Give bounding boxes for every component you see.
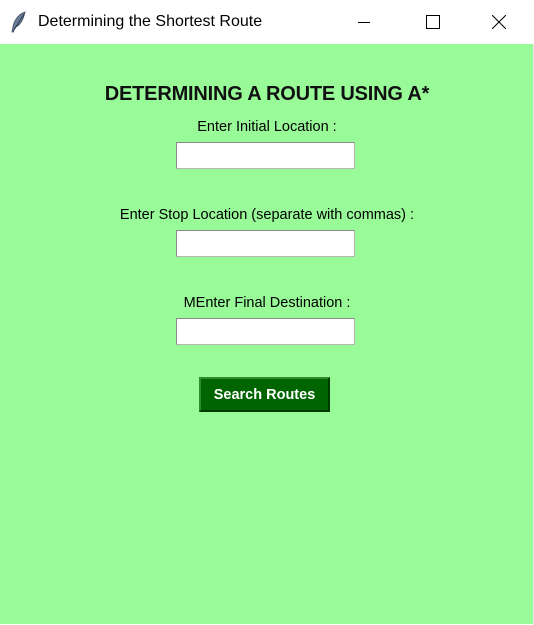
title-bar[interactable]: Determining the Shortest Route xyxy=(0,0,534,44)
initial-location-label: Enter Initial Location : xyxy=(197,119,337,135)
feather-icon xyxy=(10,11,28,33)
minimize-icon xyxy=(358,16,370,28)
close-button[interactable] xyxy=(476,0,522,44)
close-icon xyxy=(492,15,506,29)
page-title: DETERMINING A ROUTE USING A* xyxy=(104,83,430,105)
minimize-button[interactable] xyxy=(341,0,387,44)
app-window: Determining the Shortest Route DETERMINI… xyxy=(0,0,534,625)
final-destination-input[interactable] xyxy=(176,318,355,345)
stop-location-input[interactable] xyxy=(176,230,355,257)
initial-location-input[interactable] xyxy=(176,142,355,169)
window-title: Determining the Shortest Route xyxy=(38,13,263,30)
maximize-button[interactable] xyxy=(410,0,456,44)
final-destination-label: MEnter Final Destination : xyxy=(183,295,351,311)
maximize-icon xyxy=(426,15,440,29)
search-routes-button[interactable]: Search Routes xyxy=(199,377,330,412)
stop-location-label: Enter Stop Location (separate with comma… xyxy=(119,207,415,223)
